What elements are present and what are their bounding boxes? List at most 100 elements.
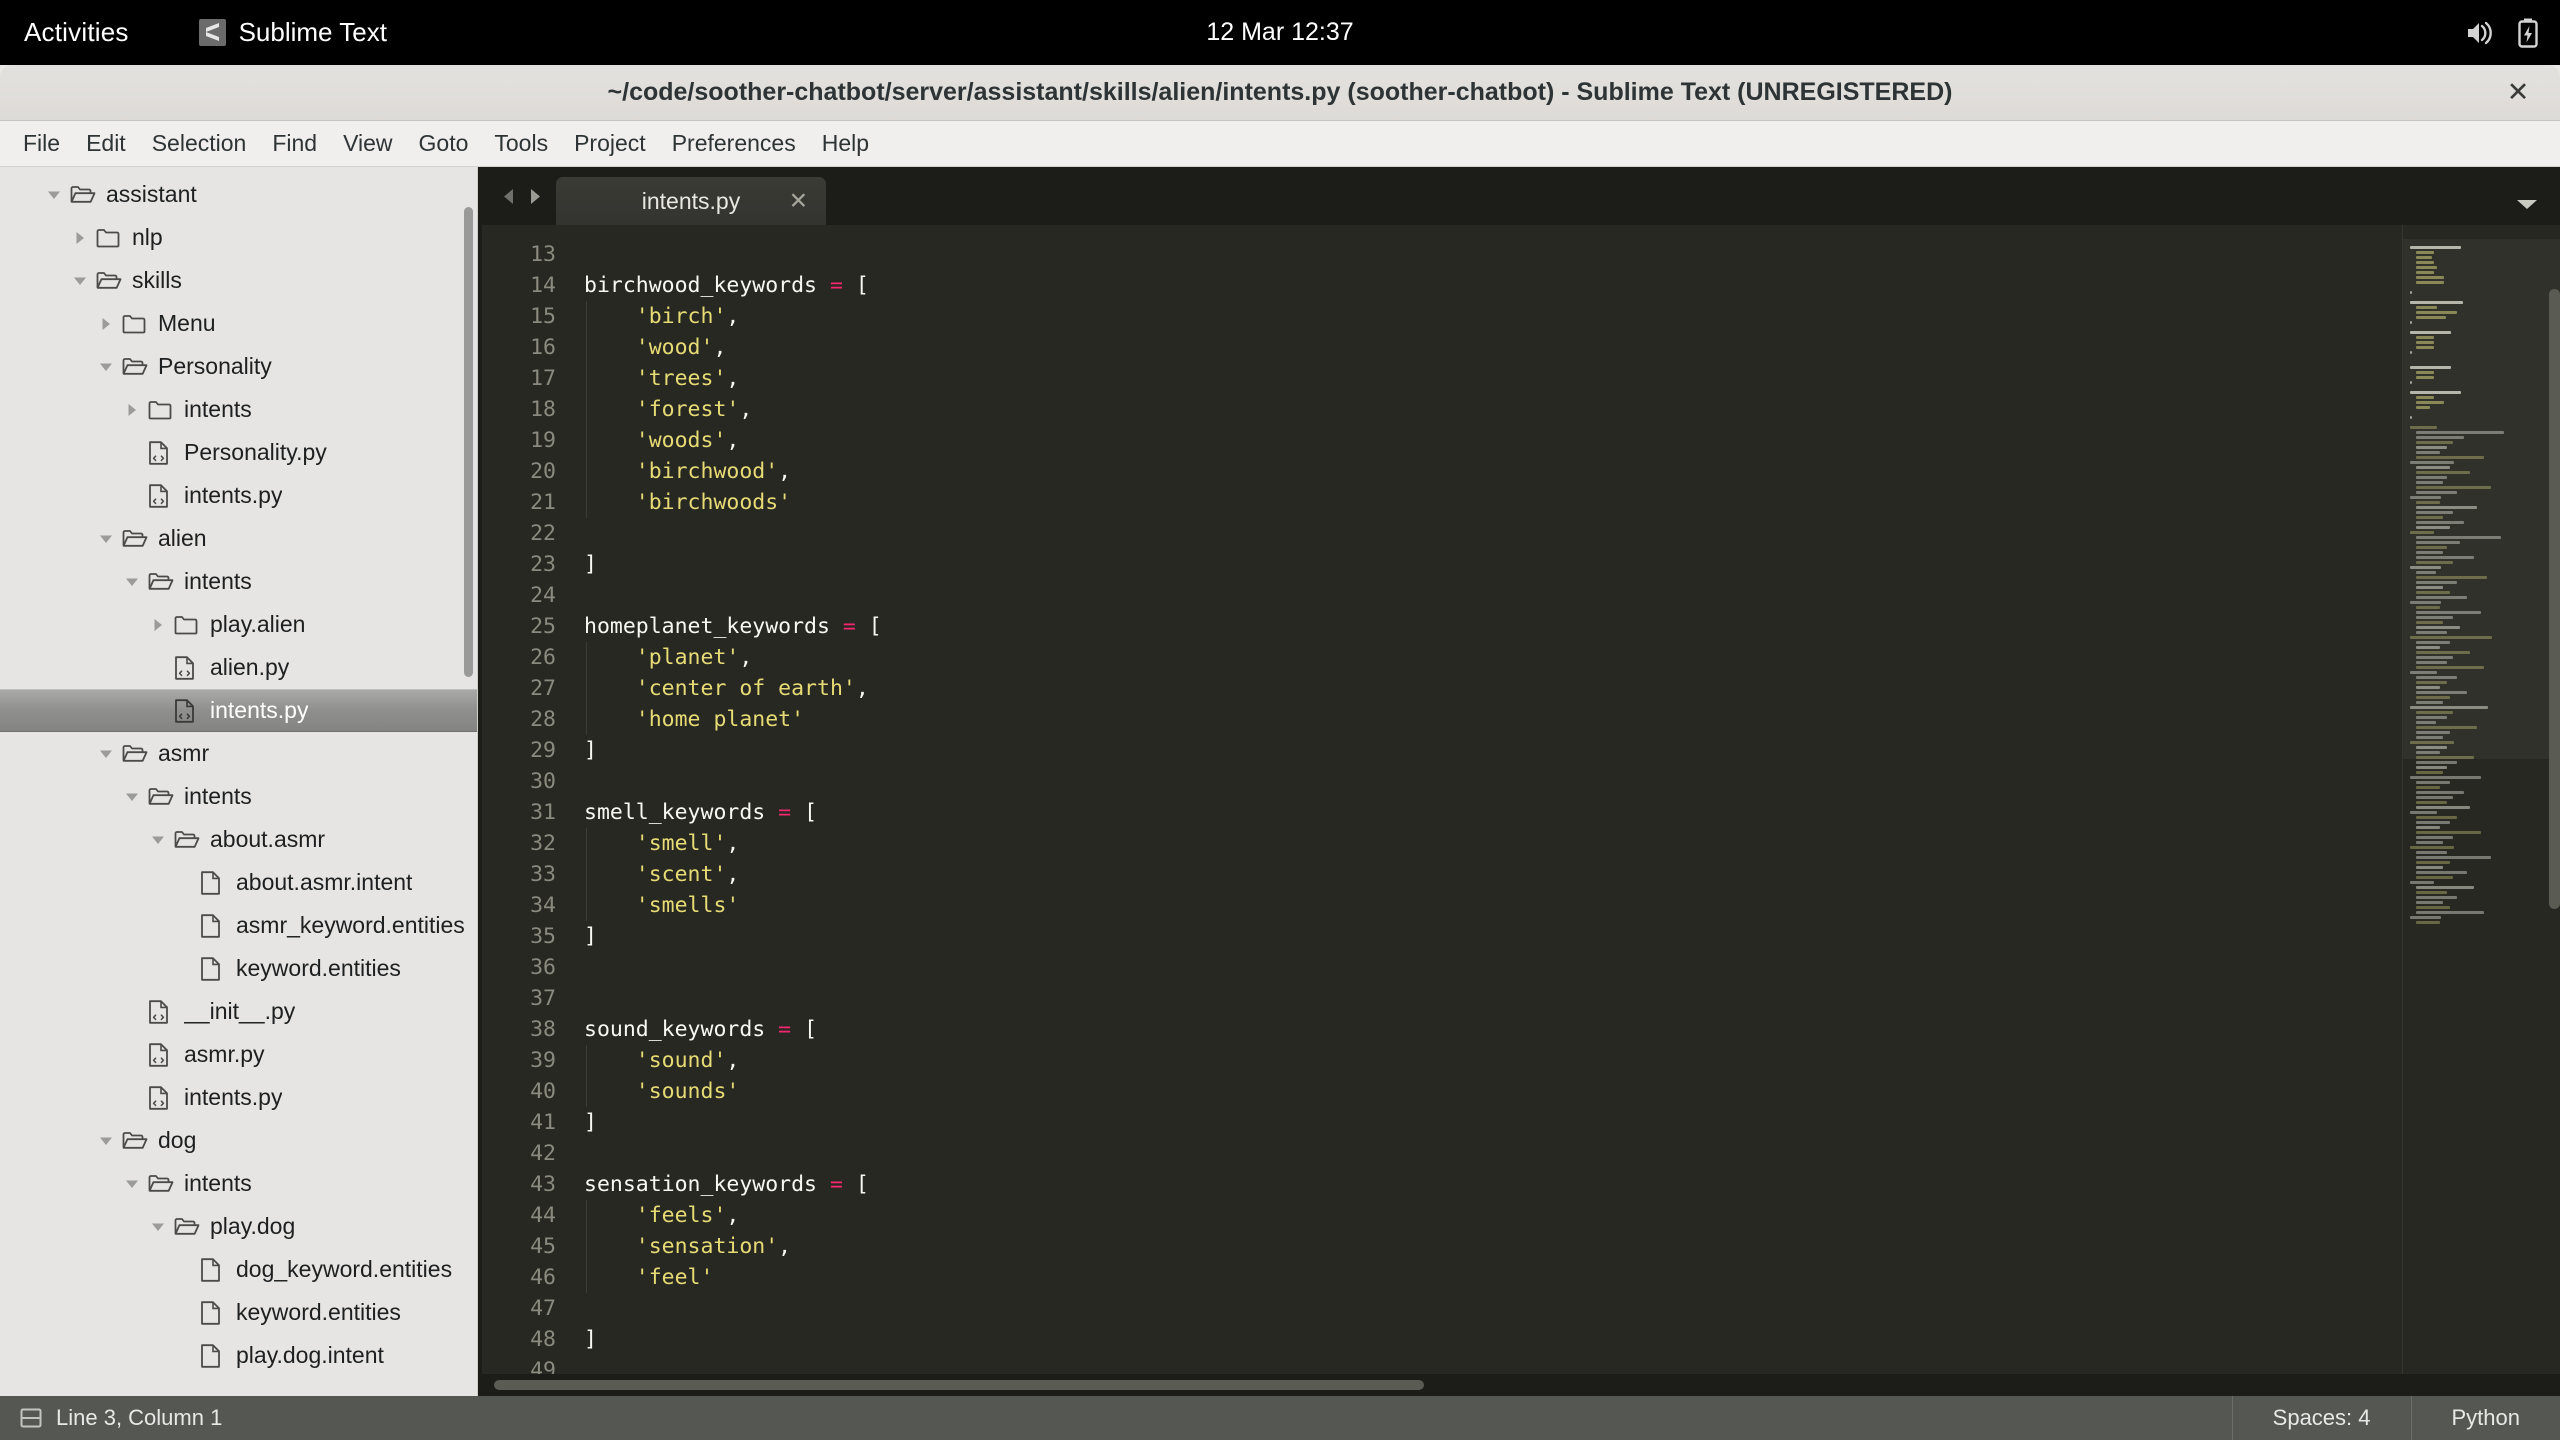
tab-intents-py[interactable]: intents.py ✕: [556, 177, 826, 225]
code-line[interactable]: ]: [572, 735, 2560, 766]
chevron-down-icon[interactable]: [2516, 198, 2538, 211]
chevron-right-icon[interactable]: [70, 228, 90, 248]
window-close-button[interactable]: ✕: [2504, 79, 2532, 107]
sidebar-tree-row[interactable]: intents.py: [0, 1076, 478, 1119]
code-line[interactable]: ]: [572, 921, 2560, 952]
chevron-down-icon[interactable]: [96, 1131, 116, 1151]
menu-item-selection[interactable]: Selection: [139, 125, 260, 162]
code-content[interactable]: birchwood_keywords = [ 'birch', 'wood', …: [572, 225, 2560, 1374]
code-line[interactable]: homeplanet_keywords = [: [572, 611, 2560, 642]
activities-button[interactable]: Activities: [24, 17, 129, 48]
code-line[interactable]: 'woods',: [572, 425, 2560, 456]
code-line[interactable]: ]: [572, 549, 2560, 580]
sidebar-tree-row[interactable]: play.alien: [0, 603, 478, 646]
chevron-down-icon[interactable]: [122, 787, 142, 807]
sidebar-scrollbar[interactable]: [464, 207, 473, 677]
sidebar-tree-row[interactable]: play.dog: [0, 1205, 478, 1248]
chevron-down-icon[interactable]: [148, 830, 168, 850]
clock[interactable]: 12 Mar 12:37: [1206, 18, 1353, 47]
chevron-down-icon[interactable]: [122, 572, 142, 592]
menu-item-project[interactable]: Project: [561, 125, 659, 162]
sidebar-tree-row[interactable]: keyword.entities: [0, 1291, 478, 1334]
code-line[interactable]: 'scent',: [572, 859, 2560, 890]
battery-charging-icon[interactable]: [2518, 18, 2538, 48]
code-line[interactable]: [572, 239, 2560, 270]
tab-close-icon[interactable]: ✕: [789, 190, 808, 213]
editor-horizontal-scrollbar-thumb[interactable]: [494, 1380, 1424, 1390]
code-line[interactable]: [572, 1293, 2560, 1324]
sidebar-tree-row[interactable]: dog_keyword.entities: [0, 1248, 478, 1291]
menu-item-file[interactable]: File: [10, 125, 73, 162]
app-indicator[interactable]: Sublime Text: [199, 17, 387, 48]
code-line[interactable]: 'smell',: [572, 828, 2560, 859]
sidebar-tree-row[interactable]: asmr: [0, 732, 478, 775]
volume-icon[interactable]: [2466, 20, 2496, 46]
code-line[interactable]: [572, 1138, 2560, 1169]
code-line[interactable]: ]: [572, 1107, 2560, 1138]
sidebar-tree-row[interactable]: skills: [0, 259, 478, 302]
code-line[interactable]: 'feel': [572, 1262, 2560, 1293]
sidebar-tree-row[interactable]: intents.py: [0, 689, 478, 732]
code-line[interactable]: sensation_keywords = [: [572, 1169, 2560, 1200]
syntax-setting[interactable]: Python: [2411, 1396, 2560, 1440]
tab-navigation[interactable]: [492, 167, 556, 225]
editor-horizontal-scrollbar-track[interactable]: [482, 1374, 2560, 1396]
sidebar-tree-row[interactable]: Menu: [0, 302, 478, 345]
sidebar-file-tree[interactable]: assistantnlpskillsMenuPersonalityintents…: [0, 167, 478, 1396]
chevron-down-icon[interactable]: [44, 185, 64, 205]
chevron-down-icon[interactable]: [96, 744, 116, 764]
code-line[interactable]: 'birch',: [572, 301, 2560, 332]
sidebar-tree-row[interactable]: Personality.py: [0, 431, 478, 474]
chevron-left-icon[interactable]: [500, 187, 517, 206]
code-line[interactable]: sound_keywords = [: [572, 1014, 2560, 1045]
menu-item-goto[interactable]: Goto: [406, 125, 482, 162]
sidebar-tree-row[interactable]: intents: [0, 388, 478, 431]
chevron-right-icon[interactable]: [148, 615, 168, 635]
sidebar-tree-row[interactable]: asmr.py: [0, 1033, 478, 1076]
sidebar-tree-row[interactable]: intents: [0, 775, 478, 818]
indentation-setting[interactable]: Spaces: 4: [2232, 1396, 2411, 1440]
code-line[interactable]: [572, 518, 2560, 549]
sidebar-tree-row[interactable]: keyword.entities: [0, 947, 478, 990]
code-line[interactable]: 'forest',: [572, 394, 2560, 425]
chevron-down-icon[interactable]: [122, 1174, 142, 1194]
minimap-viewport[interactable]: [2402, 239, 2560, 759]
menu-item-tools[interactable]: Tools: [481, 125, 561, 162]
sidebar-tree-row[interactable]: intents: [0, 1162, 478, 1205]
tab-bar[interactable]: intents.py ✕: [482, 167, 2560, 225]
code-line[interactable]: [572, 952, 2560, 983]
code-line[interactable]: birchwood_keywords = [: [572, 270, 2560, 301]
menu-item-edit[interactable]: Edit: [73, 125, 139, 162]
code-line[interactable]: 'wood',: [572, 332, 2560, 363]
code-line[interactable]: [572, 1355, 2560, 1374]
sidebar-tree-row[interactable]: about.asmr.intent: [0, 861, 478, 904]
chevron-right-icon[interactable]: [96, 314, 116, 334]
code-line[interactable]: [572, 580, 2560, 611]
code-line[interactable]: 'birchwood',: [572, 456, 2560, 487]
menu-item-find[interactable]: Find: [259, 125, 330, 162]
editor-vertical-scrollbar[interactable]: [2549, 289, 2560, 909]
sidebar-tree-row[interactable]: asmr_keyword.entities: [0, 904, 478, 947]
code-line[interactable]: [572, 983, 2560, 1014]
chevron-right-icon[interactable]: [527, 187, 544, 206]
sidebar-tree-row[interactable]: intents: [0, 560, 478, 603]
sidebar-tree-row[interactable]: Personality: [0, 345, 478, 388]
code-line[interactable]: smell_keywords = [: [572, 797, 2560, 828]
code-line[interactable]: 'smells': [572, 890, 2560, 921]
sidebar-tree-row[interactable]: alien.py: [0, 646, 478, 689]
code-line[interactable]: 'birchwoods': [572, 487, 2560, 518]
code-area[interactable]: 1314151617181920212223242526272829303132…: [482, 225, 2560, 1374]
code-line[interactable]: 'center of earth',: [572, 673, 2560, 704]
code-line[interactable]: [572, 766, 2560, 797]
menu-item-preferences[interactable]: Preferences: [659, 125, 809, 162]
sidebar-tree-row[interactable]: play.dog.intent: [0, 1334, 478, 1377]
code-line[interactable]: 'sounds': [572, 1076, 2560, 1107]
chevron-down-icon[interactable]: [96, 529, 116, 549]
system-tray[interactable]: [2466, 0, 2538, 65]
code-line[interactable]: 'sensation',: [572, 1231, 2560, 1262]
menu-item-help[interactable]: Help: [809, 125, 882, 162]
sidebar-tree-row[interactable]: __init__.py: [0, 990, 478, 1033]
chevron-down-icon[interactable]: [148, 1217, 168, 1237]
code-line[interactable]: 'planet',: [572, 642, 2560, 673]
sidebar-tree-row[interactable]: alien: [0, 517, 478, 560]
